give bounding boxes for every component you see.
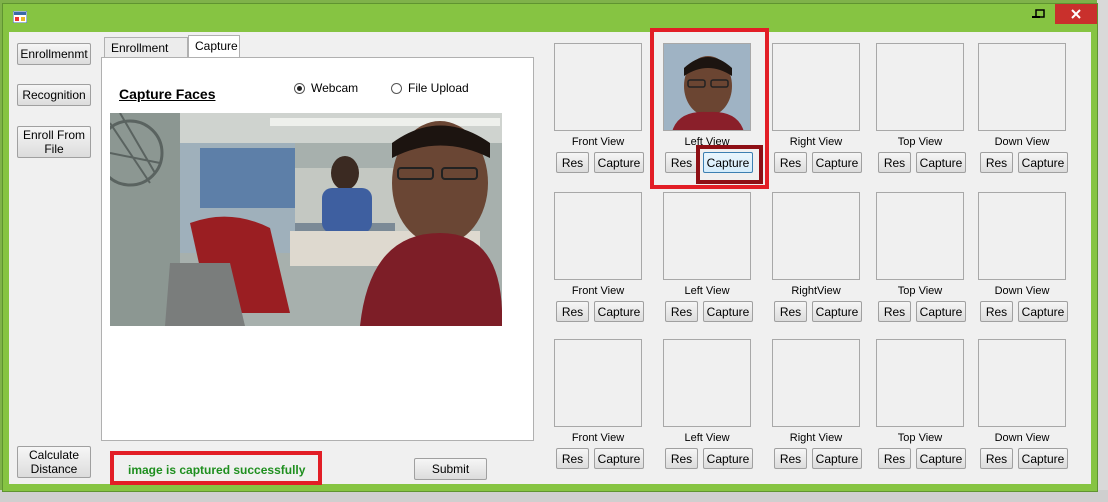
capture-button[interactable]: Capture <box>1018 152 1068 173</box>
status-message: image is captured successfully <box>128 463 306 477</box>
res-button[interactable]: Res <box>774 152 807 173</box>
background-strip <box>1097 0 1108 502</box>
tab-enrollment-form[interactable]: Enrollment Form <box>104 37 188 69</box>
view-image-slot <box>772 192 860 280</box>
view-label: Right View <box>789 432 843 444</box>
res-button[interactable]: Res <box>980 301 1013 322</box>
view-label: RightView <box>791 285 841 297</box>
capture-button[interactable]: Capture <box>916 448 966 469</box>
res-button[interactable]: Res <box>878 301 911 322</box>
capture-button[interactable]: Capture <box>812 301 862 322</box>
view-image-slot <box>978 339 1066 427</box>
app-icon <box>13 11 27 23</box>
res-button[interactable]: Res <box>556 301 589 322</box>
view-label: Down View <box>994 136 1050 148</box>
view-label: Front View <box>571 432 625 444</box>
tab-capture[interactable]: Capture <box>188 35 240 58</box>
view-image-slot <box>554 192 642 280</box>
calculate-distance-button[interactable]: Calculate Distance <box>17 446 91 478</box>
capture-button[interactable]: Capture <box>1018 448 1068 469</box>
view-label: Down View <box>994 285 1050 297</box>
webcam-radio[interactable]: Webcam <box>294 81 358 95</box>
capture-button[interactable]: Capture <box>916 152 966 173</box>
view-image-slot <box>876 339 964 427</box>
view-image-slot <box>554 43 642 131</box>
view-image-slot <box>772 43 860 131</box>
view-image-slot <box>663 339 751 427</box>
view-label: Right View <box>789 136 843 148</box>
view-label: Top View <box>897 285 943 297</box>
radio-selected-icon <box>294 82 305 94</box>
view-label: Top View <box>897 136 943 148</box>
close-button[interactable] <box>1055 4 1097 24</box>
capture-button[interactable]: Capture <box>812 448 862 469</box>
maximize-icon <box>1035 9 1045 18</box>
webcam-preview <box>110 113 502 326</box>
capture-button[interactable]: Capture <box>594 448 644 469</box>
recognition-button[interactable]: Recognition <box>17 84 91 106</box>
view-image-slot <box>663 192 751 280</box>
view-label: Front View <box>571 285 625 297</box>
file-upload-radio[interactable]: File Upload <box>391 81 469 95</box>
res-button[interactable]: Res <box>665 301 698 322</box>
view-image-slot <box>978 192 1066 280</box>
capture-button[interactable]: Capture <box>916 301 966 322</box>
close-icon <box>1071 9 1081 19</box>
res-button[interactable]: Res <box>878 152 911 173</box>
view-image-slot <box>554 339 642 427</box>
view-label: Down View <box>994 432 1050 444</box>
view-image-slot <box>772 339 860 427</box>
view-label: Top View <box>897 432 943 444</box>
submit-button[interactable]: Submit <box>414 458 487 480</box>
res-button[interactable]: Res <box>556 448 589 469</box>
capture-button[interactable]: Capture <box>703 448 753 469</box>
capture-faces-heading: Capture Faces <box>119 86 216 102</box>
res-button[interactable]: Res <box>980 448 1013 469</box>
view-image-slot <box>978 43 1066 131</box>
view-label: Front View <box>571 136 625 148</box>
capture-button[interactable]: Capture <box>594 301 644 322</box>
webcam-frame-image <box>110 113 502 326</box>
capture-button[interactable]: Capture <box>812 152 862 173</box>
res-button[interactable]: Res <box>774 301 807 322</box>
view-label: Left View <box>684 432 730 444</box>
view-image-slot <box>876 192 964 280</box>
capture-button[interactable]: Capture <box>703 301 753 322</box>
enrollment-button[interactable]: Enrollmenmt <box>17 43 91 65</box>
capture-button-highlight-box <box>696 145 763 184</box>
title-bar[interactable] <box>3 4 1097 32</box>
view-image-slot <box>876 43 964 131</box>
res-button[interactable]: Res <box>980 152 1013 173</box>
capture-button[interactable]: Capture <box>1018 301 1068 322</box>
res-button[interactable]: Res <box>878 448 911 469</box>
enroll-from-file-button[interactable]: Enroll From File <box>17 126 91 158</box>
radio-unselected-icon <box>391 82 402 94</box>
view-label: Left View <box>684 285 730 297</box>
webcam-radio-label: Webcam <box>311 81 359 95</box>
maximize-button[interactable] <box>1027 4 1053 24</box>
res-button[interactable]: Res <box>665 448 698 469</box>
res-button[interactable]: Res <box>556 152 589 173</box>
res-button[interactable]: Res <box>774 448 807 469</box>
capture-button[interactable]: Capture <box>594 152 644 173</box>
file-upload-radio-label: File Upload <box>408 81 469 95</box>
